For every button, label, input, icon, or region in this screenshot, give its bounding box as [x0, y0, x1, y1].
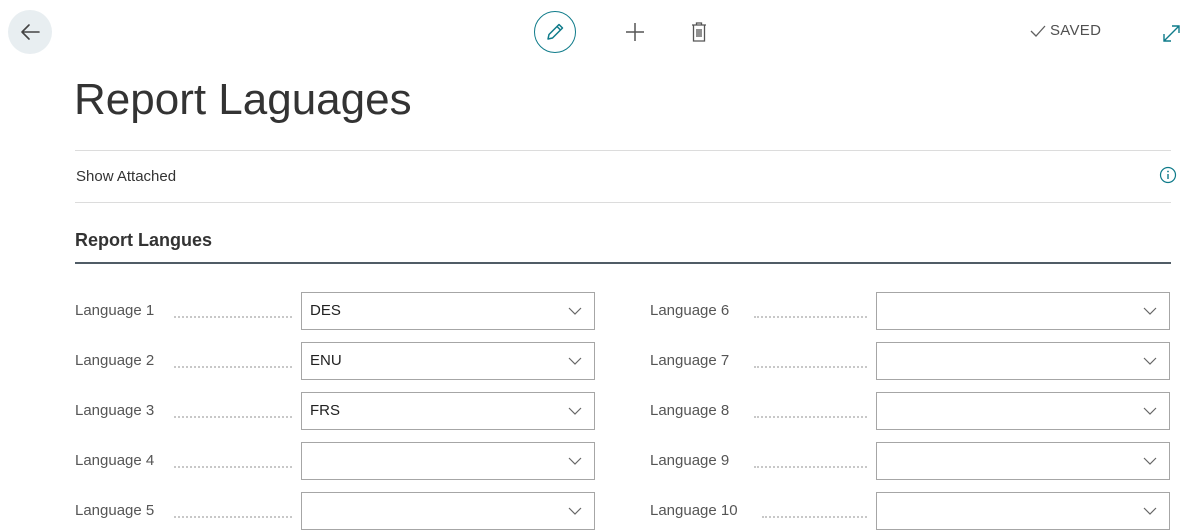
- chevron-down-icon: [568, 407, 582, 415]
- page-title: Report Laguages: [74, 75, 412, 124]
- divider-bottom: [75, 202, 1171, 203]
- field-language-4: Language 4: [75, 442, 595, 480]
- leader-dots: [174, 516, 292, 518]
- add-button[interactable]: [619, 16, 651, 48]
- language-10-select[interactable]: [876, 492, 1170, 530]
- field-label: Language 4: [75, 452, 155, 469]
- expand-icon: [1163, 25, 1180, 42]
- field-label: Language 8: [650, 402, 730, 419]
- chevron-down-icon: [1143, 357, 1157, 365]
- saved-label: SAVED: [1050, 22, 1102, 39]
- select-value: ENU: [310, 352, 342, 369]
- field-label: Language 2: [75, 352, 155, 369]
- edit-button[interactable]: [534, 11, 576, 53]
- field-language-2: Language 2 ENU: [75, 342, 595, 380]
- select-value: FRS: [310, 402, 340, 419]
- leader-dots: [762, 516, 867, 518]
- field-language-1: Language 1 DES: [75, 292, 595, 330]
- field-language-6: Language 6: [650, 292, 1170, 330]
- field-language-8: Language 8: [650, 392, 1170, 430]
- language-2-select[interactable]: ENU: [301, 342, 595, 380]
- field-label: Language 10: [650, 502, 738, 519]
- language-5-select[interactable]: [301, 492, 595, 530]
- chevron-down-icon: [568, 357, 582, 365]
- leader-dots: [754, 466, 867, 468]
- chevron-down-icon: [568, 457, 582, 465]
- back-button[interactable]: [8, 10, 52, 54]
- chevron-down-icon: [1143, 307, 1157, 315]
- show-attached-action[interactable]: Show Attached: [76, 168, 176, 185]
- leader-dots: [754, 416, 867, 418]
- chevron-down-icon: [1143, 507, 1157, 515]
- chevron-down-icon: [1143, 407, 1157, 415]
- pencil-icon: [547, 23, 564, 40]
- delete-button[interactable]: [685, 16, 713, 48]
- field-language-9: Language 9: [650, 442, 1170, 480]
- leader-dots: [754, 316, 867, 318]
- language-6-select[interactable]: [876, 292, 1170, 330]
- leader-dots: [174, 366, 292, 368]
- trash-icon: [692, 22, 706, 42]
- field-language-3: Language 3 FRS: [75, 392, 595, 430]
- toolbar: [534, 10, 713, 54]
- leader-dots: [174, 316, 292, 318]
- info-icon: [1159, 166, 1177, 184]
- section-title: Report Langues: [75, 230, 213, 250]
- language-4-select[interactable]: [301, 442, 595, 480]
- saved-status: SAVED: [1030, 22, 1101, 39]
- field-label: Language 1: [75, 302, 155, 319]
- field-label: Language 9: [650, 452, 730, 469]
- field-label: Language 3: [75, 402, 155, 419]
- field-label: Language 6: [650, 302, 730, 319]
- select-value: DES: [310, 302, 341, 319]
- chevron-down-icon: [1143, 457, 1157, 465]
- field-language-7: Language 7: [650, 342, 1170, 380]
- field-label: Language 5: [75, 502, 155, 519]
- plus-icon: [626, 23, 644, 41]
- chevron-down-icon: [568, 507, 582, 515]
- section-rule: [75, 262, 1171, 264]
- language-9-select[interactable]: [876, 442, 1170, 480]
- leader-dots: [174, 416, 292, 418]
- language-1-select[interactable]: DES: [301, 292, 595, 330]
- field-label: Language 7: [650, 352, 730, 369]
- leader-dots: [174, 466, 292, 468]
- leader-dots: [754, 366, 867, 368]
- checkmark-icon: [1030, 25, 1046, 37]
- language-7-select[interactable]: [876, 342, 1170, 380]
- arrow-left-icon: [21, 24, 40, 40]
- expand-button[interactable]: [1160, 22, 1182, 44]
- field-language-5: Language 5: [75, 492, 595, 530]
- chevron-down-icon: [568, 307, 582, 315]
- field-language-10: Language 10: [650, 492, 1170, 530]
- language-3-select[interactable]: FRS: [301, 392, 595, 430]
- divider-top: [75, 150, 1171, 151]
- language-8-select[interactable]: [876, 392, 1170, 430]
- info-button[interactable]: [1159, 166, 1177, 184]
